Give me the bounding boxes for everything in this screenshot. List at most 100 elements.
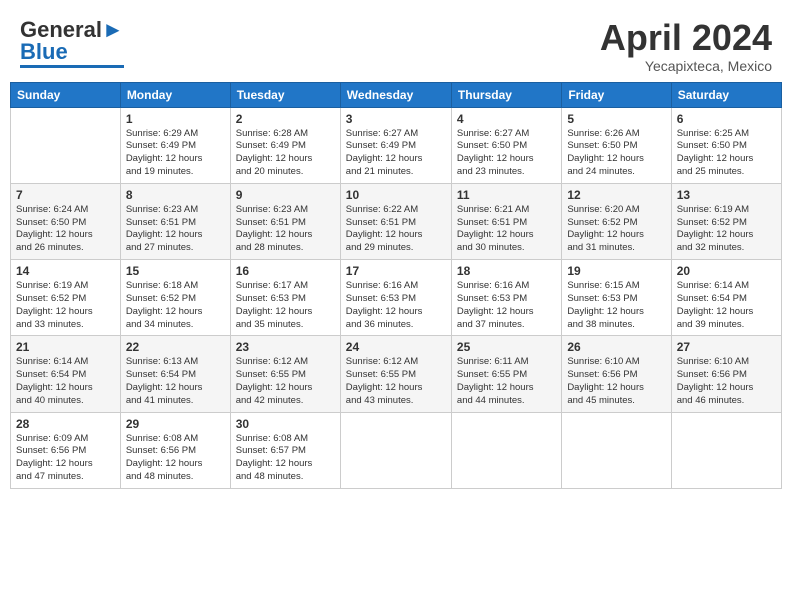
location-title: Yecapixteca, Mexico [600, 58, 772, 74]
day-info: Sunrise: 6:22 AM Sunset: 6:51 PM Dayligh… [346, 204, 446, 255]
day-info: Sunrise: 6:13 AM Sunset: 6:54 PM Dayligh… [126, 356, 225, 407]
day-info: Sunrise: 6:19 AM Sunset: 6:52 PM Dayligh… [677, 204, 776, 255]
calendar: SundayMondayTuesdayWednesdayThursdayFrid… [10, 82, 782, 489]
weekday-thursday: Thursday [451, 82, 561, 107]
day-cell: 14 Sunrise: 6:19 AM Sunset: 6:52 PM Dayli… [11, 260, 121, 336]
day-info: Sunrise: 6:12 AM Sunset: 6:55 PM Dayligh… [346, 356, 446, 407]
weekday-saturday: Saturday [671, 82, 781, 107]
weekday-friday: Friday [562, 82, 671, 107]
day-cell: 26 Sunrise: 6:10 AM Sunset: 6:56 PM Dayli… [562, 336, 671, 412]
day-number: 30 [236, 417, 335, 431]
day-info: Sunrise: 6:23 AM Sunset: 6:51 PM Dayligh… [236, 204, 335, 255]
day-cell: 5Sunrise: 6:26 AM Sunset: 6:50 PM Daylig… [562, 107, 671, 183]
day-number: 14 [16, 264, 115, 278]
day-cell: 22 Sunrise: 6:13 AM Sunset: 6:54 PM Dayli… [120, 336, 230, 412]
day-cell: 21 Sunrise: 6:14 AM Sunset: 6:54 PM Dayli… [11, 336, 121, 412]
day-number: 22 [126, 340, 225, 354]
day-cell: 25 Sunrise: 6:11 AM Sunset: 6:55 PM Dayli… [451, 336, 561, 412]
day-cell: 2 Sunrise: 6:28 AM Sunset: 6:49 PM Daylig… [230, 107, 340, 183]
weekday-tuesday: Tuesday [230, 82, 340, 107]
week-row-2: 7 Sunrise: 6:24 AM Sunset: 6:50 PM Daylig… [11, 183, 782, 259]
day-cell [562, 412, 671, 488]
day-cell: 29 Sunrise: 6:08 AM Sunset: 6:56 PM Dayli… [120, 412, 230, 488]
day-cell: 19 Sunrise: 6:15 AM Sunset: 6:53 PM Dayli… [562, 260, 671, 336]
day-info: Sunrise: 6:19 AM Sunset: 6:52 PM Dayligh… [16, 280, 115, 331]
calendar-body: 1Sunrise: 6:29 AM Sunset: 6:49 PM Daylig… [11, 107, 782, 488]
day-info: Sunrise: 6:15 AM Sunset: 6:53 PM Dayligh… [567, 280, 665, 331]
day-info: Sunrise: 6:27 AM Sunset: 6:50 PM Dayligh… [457, 128, 556, 179]
day-info: Sunrise: 6:10 AM Sunset: 6:56 PM Dayligh… [567, 356, 665, 407]
logo-text2: Blue [20, 40, 68, 64]
day-number: 25 [457, 340, 556, 354]
day-number: 2 [236, 112, 335, 126]
day-number: 21 [16, 340, 115, 354]
day-info: Sunrise: 6:08 AM Sunset: 6:56 PM Dayligh… [126, 433, 225, 484]
day-cell: 16Sunrise: 6:17 AM Sunset: 6:53 PM Dayli… [230, 260, 340, 336]
day-number: 26 [567, 340, 665, 354]
day-cell: 1Sunrise: 6:29 AM Sunset: 6:49 PM Daylig… [120, 107, 230, 183]
day-info: Sunrise: 6:28 AM Sunset: 6:49 PM Dayligh… [236, 128, 335, 179]
day-number: 28 [16, 417, 115, 431]
day-info: Sunrise: 6:14 AM Sunset: 6:54 PM Dayligh… [16, 356, 115, 407]
day-cell: 7 Sunrise: 6:24 AM Sunset: 6:50 PM Daylig… [11, 183, 121, 259]
logo-underline [20, 65, 124, 68]
day-cell [340, 412, 451, 488]
day-cell: 27Sunrise: 6:10 AM Sunset: 6:56 PM Dayli… [671, 336, 781, 412]
day-info: Sunrise: 6:24 AM Sunset: 6:50 PM Dayligh… [16, 204, 115, 255]
day-cell: 3Sunrise: 6:27 AM Sunset: 6:49 PM Daylig… [340, 107, 451, 183]
day-cell [451, 412, 561, 488]
day-number: 19 [567, 264, 665, 278]
day-number: 24 [346, 340, 446, 354]
day-cell: 6 Sunrise: 6:25 AM Sunset: 6:50 PM Daylig… [671, 107, 781, 183]
day-number: 3 [346, 112, 446, 126]
day-cell: 13 Sunrise: 6:19 AM Sunset: 6:52 PM Dayli… [671, 183, 781, 259]
day-cell: 24 Sunrise: 6:12 AM Sunset: 6:55 PM Dayli… [340, 336, 451, 412]
day-number: 13 [677, 188, 776, 202]
day-cell: 9 Sunrise: 6:23 AM Sunset: 6:51 PM Daylig… [230, 183, 340, 259]
day-info: Sunrise: 6:26 AM Sunset: 6:50 PM Dayligh… [567, 128, 665, 179]
day-number: 23 [236, 340, 335, 354]
day-cell: 10 Sunrise: 6:22 AM Sunset: 6:51 PM Dayli… [340, 183, 451, 259]
day-number: 6 [677, 112, 776, 126]
day-number: 10 [346, 188, 446, 202]
month-title: April 2024 [600, 18, 772, 58]
day-number: 9 [236, 188, 335, 202]
day-number: 12 [567, 188, 665, 202]
day-info: Sunrise: 6:21 AM Sunset: 6:51 PM Dayligh… [457, 204, 556, 255]
day-cell: 17 Sunrise: 6:16 AM Sunset: 6:53 PM Dayli… [340, 260, 451, 336]
day-number: 8 [126, 188, 225, 202]
weekday-sunday: Sunday [11, 82, 121, 107]
day-info: Sunrise: 6:16 AM Sunset: 6:53 PM Dayligh… [346, 280, 446, 331]
day-number: 16 [236, 264, 335, 278]
week-row-5: 28 Sunrise: 6:09 AM Sunset: 6:56 PM Dayli… [11, 412, 782, 488]
weekday-monday: Monday [120, 82, 230, 107]
day-info: Sunrise: 6:09 AM Sunset: 6:56 PM Dayligh… [16, 433, 115, 484]
day-info: Sunrise: 6:10 AM Sunset: 6:56 PM Dayligh… [677, 356, 776, 407]
weekday-wednesday: Wednesday [340, 82, 451, 107]
day-cell [11, 107, 121, 183]
day-cell [671, 412, 781, 488]
day-number: 29 [126, 417, 225, 431]
day-cell: 30 Sunrise: 6:08 AM Sunset: 6:57 PM Dayli… [230, 412, 340, 488]
day-number: 20 [677, 264, 776, 278]
day-cell: 23 Sunrise: 6:12 AM Sunset: 6:55 PM Dayli… [230, 336, 340, 412]
day-number: 4 [457, 112, 556, 126]
day-number: 11 [457, 188, 556, 202]
day-info: Sunrise: 6:08 AM Sunset: 6:57 PM Dayligh… [236, 433, 335, 484]
day-cell: 28 Sunrise: 6:09 AM Sunset: 6:56 PM Dayli… [11, 412, 121, 488]
day-info: Sunrise: 6:12 AM Sunset: 6:55 PM Dayligh… [236, 356, 335, 407]
day-number: 17 [346, 264, 446, 278]
day-number: 7 [16, 188, 115, 202]
day-info: Sunrise: 6:16 AM Sunset: 6:53 PM Dayligh… [457, 280, 556, 331]
day-info: Sunrise: 6:23 AM Sunset: 6:51 PM Dayligh… [126, 204, 225, 255]
day-number: 15 [126, 264, 225, 278]
weekday-header: SundayMondayTuesdayWednesdayThursdayFrid… [11, 82, 782, 107]
day-info: Sunrise: 6:20 AM Sunset: 6:52 PM Dayligh… [567, 204, 665, 255]
day-info: Sunrise: 6:11 AM Sunset: 6:55 PM Dayligh… [457, 356, 556, 407]
week-row-4: 21 Sunrise: 6:14 AM Sunset: 6:54 PM Dayli… [11, 336, 782, 412]
header: General► Blue April 2024 Yecapixteca, Me… [10, 10, 782, 78]
day-info: Sunrise: 6:25 AM Sunset: 6:50 PM Dayligh… [677, 128, 776, 179]
day-cell: 4 Sunrise: 6:27 AM Sunset: 6:50 PM Daylig… [451, 107, 561, 183]
day-cell: 15Sunrise: 6:18 AM Sunset: 6:52 PM Dayli… [120, 260, 230, 336]
day-cell: 8 Sunrise: 6:23 AM Sunset: 6:51 PM Daylig… [120, 183, 230, 259]
